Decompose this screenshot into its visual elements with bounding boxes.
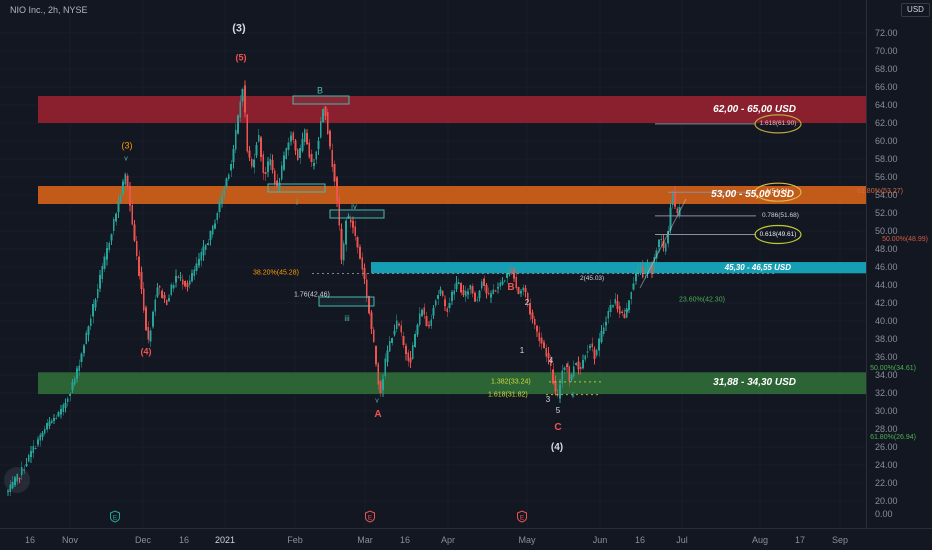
- time-tick: 16: [24, 535, 36, 545]
- chart-canvas[interactable]: EEE: [0, 0, 932, 550]
- drawn-box[interactable]: [318, 296, 375, 307]
- price-tick: 20.00: [875, 496, 898, 506]
- time-tick: Feb: [287, 535, 303, 545]
- price-tick: 44.00: [875, 280, 898, 290]
- currency-toggle-button[interactable]: USD: [901, 3, 930, 17]
- time-tick: Dec: [134, 535, 152, 545]
- time-tick: Jul: [676, 535, 688, 545]
- axis-fib-label: 50.00%(48.99): [882, 236, 928, 243]
- price-tick: 24.00: [875, 460, 898, 470]
- tradingview-chart-window: EEE 62,00 - 65,00 USD 53,00 - 55,00 USD 45…: [0, 0, 932, 550]
- time-tick: Apr: [440, 535, 456, 545]
- time-tick: 16: [178, 535, 190, 545]
- price-tick: 60.00: [875, 136, 898, 146]
- price-tick: 70.00: [875, 46, 898, 56]
- price-tick: 62.00: [875, 118, 898, 128]
- time-tick: 2021: [214, 535, 236, 545]
- time-tick: 17: [794, 535, 806, 545]
- demand-zone-cyan[interactable]: [371, 262, 866, 274]
- time-tick: May: [518, 535, 536, 545]
- supply-zone-orange[interactable]: [38, 186, 866, 204]
- earnings-marker-glyph: E: [520, 515, 525, 522]
- price-tick: 22.00: [875, 478, 898, 488]
- drawn-box[interactable]: [267, 183, 326, 193]
- trend-line[interactable]: [639, 198, 687, 289]
- time-tick: Jun: [592, 535, 608, 545]
- price-tick: 64.00: [875, 100, 898, 110]
- time-axis[interactable]: 16 Nov Dec 16 2021 Feb Mar 16 Apr May Jun 16 Jul Aug 1…: [0, 528, 932, 550]
- supply-zone-red[interactable]: [38, 96, 866, 123]
- time-tick: Aug: [751, 535, 769, 545]
- price-tick: 28.00: [875, 424, 898, 434]
- price-tick: 52.00: [875, 208, 898, 218]
- axis-fib-label: 61.80%(26.94): [870, 434, 916, 441]
- price-tick: 66.00: [875, 82, 898, 92]
- axis-fib-label: 61.80%(53.27): [857, 188, 903, 195]
- price-tick: 26.00: [875, 442, 898, 452]
- demand-zone-green[interactable]: [38, 372, 866, 395]
- price-tick: 56.00: [875, 172, 898, 182]
- price-tick: 36.00: [875, 352, 898, 362]
- price-tick: 38.00: [875, 334, 898, 344]
- price-tick: 46.00: [875, 262, 898, 272]
- price-tick-zero: 0.00: [875, 509, 893, 519]
- fib-highlight-ellipse[interactable]: [754, 224, 802, 245]
- drawn-box[interactable]: [292, 95, 350, 105]
- price-axis[interactable]: USD 53.32 09:24 72.0070.0068.0066.0064.0…: [857, 0, 932, 528]
- time-tick: Mar: [357, 535, 373, 545]
- earnings-marker-glyph: E: [113, 515, 118, 522]
- price-tick: 32.00: [875, 388, 898, 398]
- time-tick: Nov: [61, 535, 79, 545]
- price-tick: 48.00: [875, 244, 898, 254]
- candles: [7, 80, 681, 496]
- drawn-box[interactable]: [329, 209, 385, 219]
- time-tick: 16: [399, 535, 411, 545]
- earnings-marker-glyph: E: [368, 515, 373, 522]
- price-tick: 30.00: [875, 406, 898, 416]
- time-tick: Sep: [831, 535, 849, 545]
- symbol-title[interactable]: NIO Inc., 2h, NYSE: [10, 5, 88, 15]
- price-tick: 40.00: [875, 316, 898, 326]
- price-tick: 50.00: [875, 226, 898, 236]
- time-tick: 16: [634, 535, 646, 545]
- axis-fib-label: 50.00%(34.61): [870, 365, 916, 372]
- price-tick: 68.00: [875, 64, 898, 74]
- price-tick: 42.00: [875, 298, 898, 308]
- price-tick: 58.00: [875, 154, 898, 164]
- price-tick: 72.00: [875, 28, 898, 38]
